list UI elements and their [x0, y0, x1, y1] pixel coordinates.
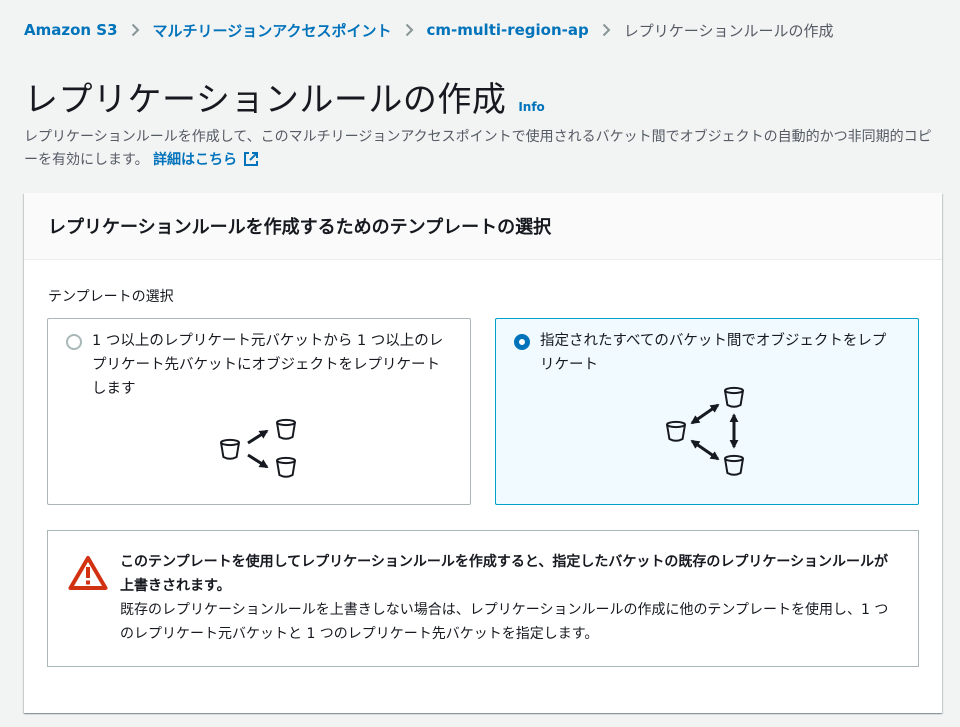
breadcrumb-access-point-name[interactable]: cm-multi-region-ap — [427, 21, 589, 39]
chevron-right-icon — [602, 23, 611, 37]
info-link[interactable]: Info — [518, 100, 544, 114]
breadcrumb-current: レプリケーションルールの作成 — [623, 21, 834, 40]
alert-title: このテンプレートを使用してレプリケーションルールを作成すると、指定したバケットの… — [120, 554, 889, 594]
details-link[interactable]: 詳細はこちら — [153, 152, 259, 168]
breadcrumb-amazon-s3[interactable]: Amazon S3 — [24, 21, 118, 39]
one-to-many-buckets-icon — [220, 418, 296, 478]
panel-header: レプリケーションルールを作成するためのテンプレートの選択 — [24, 193, 942, 260]
warning-alert: このテンプレートを使用してレプリケーションルールを作成すると、指定したバケットの… — [47, 530, 919, 667]
chevron-right-icon — [405, 23, 414, 37]
panel-title: レプリケーションルールを作成するためのテンプレートの選択 — [48, 217, 552, 238]
template-selection-panel: レプリケーションルールを作成するためのテンプレートの選択 テンプレートの選択 1… — [24, 193, 942, 713]
template-option-one-to-many[interactable]: 1 つ以上のレプリケート元バケットから 1 つ以上のレプリケート先バケットにオブ… — [47, 318, 471, 505]
template-field-label: テンプレートの選択 — [48, 289, 174, 305]
page-header: レプリケーションルールの作成 Info — [24, 72, 545, 121]
details-link-label: 詳細はこちら — [153, 152, 238, 168]
page-title: レプリケーションルールの作成 — [24, 80, 507, 120]
radio-button-one-to-many[interactable] — [66, 334, 82, 350]
template-option-label: 1 つ以上のレプリケート元バケットから 1 つ以上のレプリケート先バケットにオブ… — [92, 333, 444, 397]
bidirectional-buckets-icon — [666, 386, 744, 476]
breadcrumb: Amazon S3 マルチリージョンアクセスポイント cm-multi-regi… — [24, 18, 833, 42]
radio-button-all-buckets[interactable] — [514, 334, 530, 350]
chevron-right-icon — [131, 23, 140, 37]
warning-icon — [68, 556, 108, 590]
external-link-icon — [244, 152, 259, 166]
alert-content: このテンプレートを使用してレプリケーションルールを作成すると、指定したバケットの… — [120, 550, 900, 646]
template-option-all-buckets[interactable]: 指定されたすべてのバケット間でオブジェクトをレプリケート — [495, 318, 919, 505]
breadcrumb-multi-region-access-points[interactable]: マルチリージョンアクセスポイント — [153, 20, 392, 41]
alert-message: 既存のレプリケーションルールを上書きしない場合は、レプリケーションルールの作成に… — [120, 602, 889, 642]
template-option-label: 指定されたすべてのバケット間でオブジェクトをレプリケート — [540, 333, 887, 373]
page-description: レプリケーションルールを作成して、このマルチリージョンアクセスポイントで使用され… — [24, 126, 940, 172]
